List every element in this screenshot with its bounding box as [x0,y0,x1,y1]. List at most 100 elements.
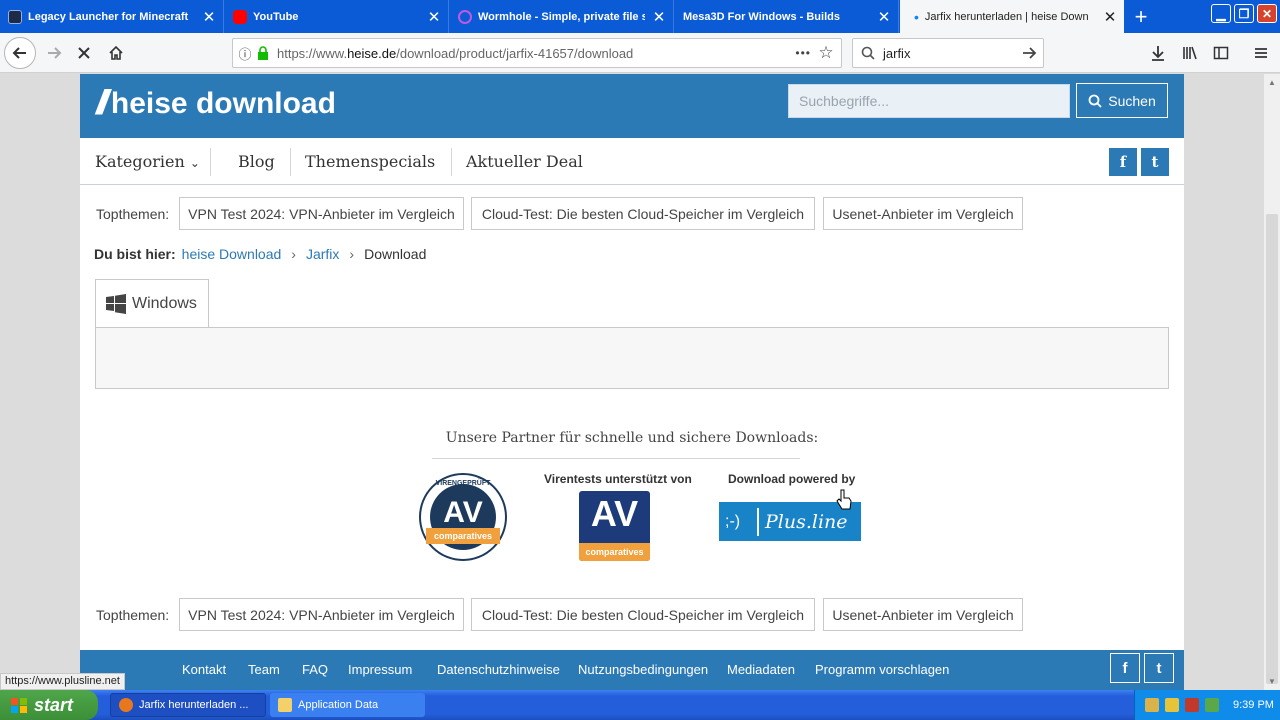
breadcrumb-heise-download[interactable]: heise Download [182,246,282,262]
site-search-input[interactable]: Suchbegriffe... [788,84,1070,118]
security-shield-icon[interactable] [1165,698,1179,712]
arrow-right-icon [48,47,62,59]
download-panel [95,327,1169,389]
scroll-down-icon[interactable]: ▼ [1268,677,1276,686]
site-menu: Kategorien ⌄ Blog Themenspecials Aktuell… [80,138,1184,185]
topthema-link[interactable]: Cloud-Test: Die besten Cloud-Speicher im… [471,197,815,230]
antivirus-icon[interactable] [1185,698,1199,712]
footer-faq[interactable]: FAQ [302,662,328,677]
hamburger-icon [1255,48,1267,58]
heise-download-logo[interactable]: // heise download [96,84,336,123]
new-tab-button[interactable]: + [1126,0,1156,33]
sidebar-button[interactable] [1205,37,1237,69]
library-button[interactable] [1174,37,1206,69]
home-button[interactable] [100,37,132,69]
lock-icon [258,46,268,60]
footer-mediadaten[interactable]: Mediadaten [727,662,795,677]
footer-kontakt[interactable]: Kontakt [182,662,226,677]
tab-mesa3d[interactable]: Mesa3D For Windows - Builds ✕ [675,0,899,33]
url-path: /download/product/jarfix-41657/download [396,45,634,61]
link-status-url: https://www.plusline.net [0,673,125,690]
breadcrumb-jarfix[interactable]: Jarfix [306,246,339,262]
clock[interactable]: 9:39 PM [1233,699,1274,711]
menu-blog[interactable]: Blog [238,152,275,171]
search-button-label: Suchen [1108,92,1156,109]
breadcrumb: Du bist hier: heise Download › Jarfix › … [94,246,426,262]
tab-label: Jarfix herunterladen | heise Down [924,10,1089,23]
facebook-icon[interactable]: f [1109,148,1137,176]
info-icon[interactable]: ⓘ [233,44,257,63]
taskbar-application-data-button[interactable]: Application Data [270,693,425,717]
downloads-button[interactable] [1142,37,1174,69]
start-label: start [34,694,74,715]
firefox-icon [119,698,133,712]
library-icon [1183,46,1197,60]
menu-divider [210,148,211,176]
tab-jarfix-active[interactable]: • Jarfix herunterladen | heise Down ✕ [900,0,1124,33]
bookmark-star-icon[interactable]: ☆ [811,43,841,63]
menu-themenspecials[interactable]: Themenspecials [305,152,435,171]
forward-button[interactable] [38,37,70,69]
download-icon [1152,46,1164,61]
arrow-left-icon [12,47,26,59]
av-comparatives-seal[interactable]: VIRENGEPRÜFT AV comparatives [418,472,508,562]
update-icon[interactable] [1205,698,1219,712]
tab-legacy-launcher[interactable]: Legacy Launcher for Minecraft ✕ [0,0,224,33]
twitter-icon[interactable]: t [1141,148,1169,176]
taskbar-firefox-button[interactable]: Jarfix herunterladen ... [110,693,266,717]
footer-datenschutz[interactable]: Datenschutzhinweise [437,662,560,677]
footer-nutzungsbedingungen[interactable]: Nutzungsbedingungen [578,662,708,677]
topthema-link[interactable]: Usenet-Anbieter im Vergleich [823,598,1023,631]
topthema-link[interactable]: Usenet-Anbieter im Vergleich [823,197,1023,230]
address-bar[interactable]: ⓘ https://www. heise.de/download/product/… [232,38,842,68]
tab-wormhole[interactable]: Wormhole - Simple, private file sha ✕ [450,0,674,33]
folder-icon [278,698,292,712]
close-tab-icon[interactable]: ✕ [195,8,223,26]
stop-loading-button[interactable] [68,37,100,69]
home-icon [109,45,123,60]
breadcrumb-current: Download [364,246,427,262]
menu-aktueller-deal[interactable]: Aktueller Deal [466,152,583,171]
menu-kategorien[interactable]: Kategorien ⌄ [95,152,200,171]
search-field[interactable]: jarfix [852,38,1044,68]
footer-team[interactable]: Team [248,662,280,677]
navigation-toolbar: ⓘ https://www. heise.de/download/product/… [0,33,1280,73]
page-scrollbar[interactable]: ▲ ▼ [1264,74,1280,690]
network-icon[interactable] [1145,698,1159,712]
tab-windows[interactable]: Windows [95,279,209,327]
plusline-divider [757,507,759,536]
close-tab-icon[interactable]: ✕ [420,8,448,26]
footer-programm-vorschlagen[interactable]: Programm vorschlagen [815,662,949,677]
close-window-button[interactable]: ✕ [1257,4,1277,23]
tab-label: Legacy Launcher for Minecraft [28,10,189,23]
tab-label: Mesa3D For Windows - Builds [683,10,840,23]
menu-button[interactable] [1245,37,1277,69]
restore-window-button[interactable]: ❐ [1234,4,1254,23]
topthemen-label: Topthemen: [96,206,170,222]
av-comparatives-logo[interactable]: AV comparatives [579,491,650,561]
scrollbar-thumb[interactable] [1266,214,1278,684]
seal-bottom-text: comparatives [433,531,493,541]
footer-impressum[interactable]: Impressum [348,662,412,677]
topthema-link[interactable]: VPN Test 2024: VPN-Anbieter im Vergleich [179,598,464,631]
close-tab-icon[interactable]: ✕ [1096,8,1124,26]
close-tab-icon[interactable]: ✕ [645,8,673,26]
plusline-smiley: ;-) [725,512,741,530]
youtube-icon [233,9,247,24]
tab-youtube[interactable]: YouTube ✕ [225,0,449,33]
minimize-window-button[interactable]: ▁ [1211,4,1231,23]
topthema-link[interactable]: VPN Test 2024: VPN-Anbieter im Vergleich [179,197,464,230]
partners-divider [432,458,800,459]
menu-divider [451,148,452,176]
back-button[interactable] [4,37,36,69]
close-tab-icon[interactable]: ✕ [870,8,898,26]
topthema-link[interactable]: Cloud-Test: Die besten Cloud-Speicher im… [471,598,815,631]
page-actions-icon[interactable]: ••• [795,46,811,60]
footer-twitter-icon[interactable]: t [1144,653,1174,683]
scroll-up-icon[interactable]: ▲ [1268,78,1276,87]
start-button[interactable]: start [0,690,98,720]
site-footer: Kontakt Team FAQ Impressum Datenschutzhi… [80,650,1184,690]
site-search-button[interactable]: Suchen [1076,83,1168,118]
go-arrow-icon[interactable] [1021,45,1037,61]
footer-facebook-icon[interactable]: f [1110,653,1140,683]
